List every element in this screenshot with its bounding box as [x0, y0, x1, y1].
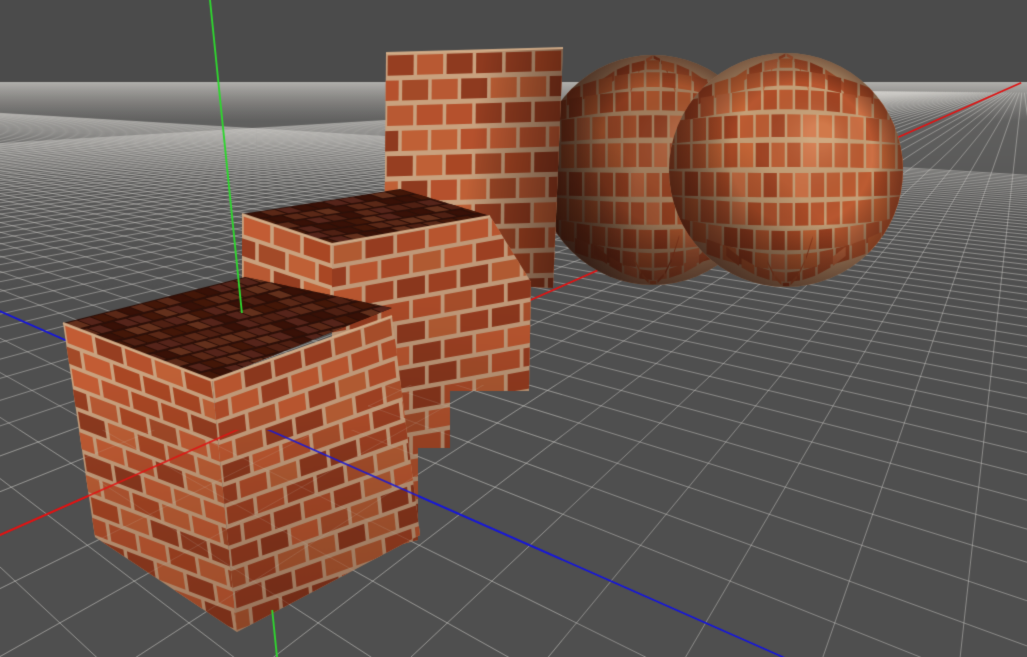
back-sphere[interactable] [563, 55, 671, 285]
3d-viewport[interactable] [0, 0, 1027, 657]
front-sphere[interactable] [669, 52, 903, 288]
box-a[interactable] [57, 277, 420, 632]
